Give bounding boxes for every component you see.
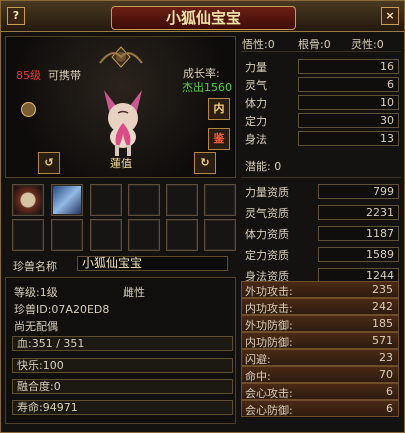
skill-slot-4[interactable] (128, 184, 160, 216)
strength-label: 力量 (245, 61, 267, 74)
bones-stat: 根骨:0 (298, 38, 331, 51)
outer-attack-label: 外功攻击: (245, 285, 293, 298)
spirit-aptitude-value: 2231 (318, 205, 399, 220)
skill-slot-8[interactable] (51, 219, 83, 251)
outer-defense-row: 外功防御: 185 (241, 315, 399, 332)
strength-value: 16 (298, 59, 399, 74)
hit-value: 70 (379, 368, 393, 381)
spirit-aptitude-label: 灵气资质 (245, 207, 289, 220)
agility-row: 身法 13 (241, 130, 401, 146)
carry-status: 可携带 (48, 69, 81, 82)
defense-label: 定力 (245, 115, 267, 128)
skill-slot-2[interactable] (51, 184, 83, 216)
rotate-right-button[interactable]: ↻ (194, 152, 216, 174)
stamina-aptitude-value: 1187 (318, 226, 399, 241)
pet-id: 珍兽ID:07A20ED8 (14, 303, 110, 316)
skill-slot-11[interactable] (166, 219, 198, 251)
skill-slot-12[interactable] (204, 219, 236, 251)
pet-attribute-window: ? 小狐仙宝宝 × 85级 可携带 成长率: 杰出1560 内 鉴 ↺ ↻ 蓮值 (0, 0, 405, 433)
strength-aptitude-row: 力量资质 799 (241, 183, 401, 199)
stamina-aptitude-row: 体力资质 1187 (241, 225, 401, 241)
rotate-left-button[interactable]: ↺ (38, 152, 60, 174)
pet-level: 85级 (16, 69, 41, 82)
pet-name-field[interactable]: 小狐仙宝宝 (77, 256, 228, 271)
spirit-row: 灵气 6 (241, 76, 401, 92)
life-bar: 寿命:94971 (12, 400, 233, 415)
spirit-aptitude-row: 灵气资质 2231 (241, 204, 401, 220)
fox-pet-model (104, 90, 142, 156)
inner-attack-label: 内功攻击: (245, 302, 293, 315)
pet-info-panel: 等级:1级 雌性 珍兽ID:07A20ED8 尚无配偶 血:351 / 351 … (5, 277, 236, 424)
strength-row: 力量 16 (241, 58, 401, 74)
spirit-label: 灵气 (245, 79, 267, 92)
defense-aptitude-value: 1589 (318, 247, 399, 262)
critical-attack-row: 会心攻击: 6 (241, 383, 399, 400)
defense-value: 30 (298, 113, 399, 128)
spirit-stat: 灵性:0 (351, 38, 384, 51)
inner-defense-value: 571 (372, 334, 393, 347)
stamina-value: 10 (298, 95, 399, 110)
defense-row: 定力 30 (241, 112, 401, 128)
defense-aptitude-label: 定力资质 (245, 249, 289, 262)
title-bar: ? 小狐仙宝宝 × (1, 1, 404, 32)
dodge-value: 23 (379, 351, 393, 364)
internal-button[interactable]: 内 (208, 98, 230, 120)
pet-name-row: 珍兽名称 小狐仙宝宝 (8, 256, 233, 274)
growth-value: 杰出1560 (182, 81, 232, 94)
outer-defense-value: 185 (372, 317, 393, 330)
agility-label: 身法 (245, 133, 267, 146)
stamina-aptitude-label: 体力资质 (245, 228, 289, 241)
hit-row: 命中: 70 (241, 366, 399, 383)
window-title: 小狐仙宝宝 (111, 6, 296, 30)
skill-slot-6[interactable] (204, 184, 236, 216)
outer-attack-row: 外功攻击: 235 (241, 281, 399, 298)
stamina-row: 体力 10 (241, 94, 401, 110)
help-button[interactable]: ? (7, 7, 25, 25)
potential-label: 潜能: 0 (245, 160, 282, 173)
inner-defense-row: 内功防御: 571 (241, 332, 399, 349)
spouse-status: 尚无配偶 (14, 320, 58, 333)
pet-level-line: 等级:1级 (14, 286, 58, 299)
pet-seal-icon (21, 102, 36, 117)
critical-attack-label: 会心攻击: (245, 387, 293, 400)
pet-gender: 雌性 (123, 286, 145, 299)
hit-label: 命中: (245, 370, 271, 383)
skill-slot-3[interactable] (90, 184, 122, 216)
critical-attack-value: 6 (386, 385, 393, 398)
crest-icon (99, 46, 143, 68)
merge-bar: 融合度:0 (12, 379, 233, 394)
skill-slot-7[interactable] (12, 219, 44, 251)
savvy-stat: 悟性:0 (242, 38, 275, 51)
aptitude-divider (241, 177, 401, 178)
spirit-value: 6 (298, 77, 399, 92)
dodge-label: 闪避: (245, 353, 271, 366)
critical-defense-label: 会心防御: (245, 404, 293, 417)
skill-slot-9[interactable] (90, 219, 122, 251)
outer-defense-label: 外功防御: (245, 319, 293, 332)
joy-bar: 快乐:100 (12, 358, 233, 373)
inner-defense-label: 内功防御: (245, 336, 293, 349)
pet-preview-panel: 85级 可携带 成长率: 杰出1560 内 鉴 ↺ ↻ 蓮值 (5, 36, 236, 178)
blood-bar: 血:351 / 351 (12, 336, 233, 351)
skill-slot-10[interactable] (128, 219, 160, 251)
outer-attack-value: 235 (372, 283, 393, 296)
agility-value: 13 (298, 131, 399, 146)
stamina-label: 体力 (245, 97, 267, 110)
skill-slot-1[interactable] (12, 184, 44, 216)
defense-aptitude-row: 定力资质 1589 (241, 246, 401, 262)
strength-aptitude-label: 力量资质 (245, 186, 289, 199)
appraise-button[interactable]: 鉴 (208, 128, 230, 150)
critical-defense-value: 6 (386, 402, 393, 415)
dodge-row: 闪避: 23 (241, 349, 399, 366)
stats-divider (241, 51, 401, 52)
strength-aptitude-value: 799 (318, 184, 399, 199)
pet-name-label: 珍兽名称 (13, 260, 57, 273)
inner-attack-value: 242 (372, 300, 393, 313)
inner-attack-row: 内功攻击: 242 (241, 298, 399, 315)
critical-defense-row: 会心防御: 6 (241, 400, 399, 417)
close-button[interactable]: × (381, 7, 399, 25)
pet-status: 蓮值 (110, 157, 132, 170)
skill-slot-5[interactable] (166, 184, 198, 216)
